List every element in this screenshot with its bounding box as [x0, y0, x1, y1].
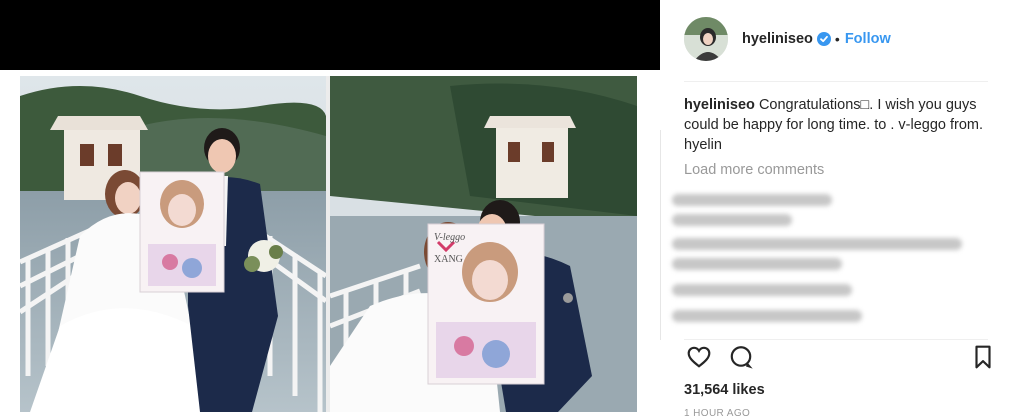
post-photo[interactable]: V-leggo XANG — [20, 76, 637, 412]
save-button[interactable] — [968, 344, 998, 374]
top-black-bar — [0, 0, 660, 70]
header-divider — [684, 81, 988, 82]
blurred-comment-line — [672, 194, 832, 206]
heart-icon — [686, 344, 712, 375]
poster-left — [139, 171, 225, 293]
photo-panel-right: V-leggo XANG — [330, 76, 637, 412]
poster-text-right: XANG — [434, 254, 463, 265]
post-sidebar: hyeliniseo • Follow hyeliniseo Congratul… — [660, 0, 1014, 420]
blurred-comment-line — [672, 310, 862, 322]
likes-count[interactable]: 31,564 likes — [684, 382, 765, 398]
comment-bubble-icon — [728, 344, 754, 375]
separator-dot: • — [834, 31, 840, 47]
wedding-photo-left — [20, 76, 326, 412]
poster-right: V-leggo XANG — [427, 223, 545, 385]
like-button[interactable] — [684, 344, 714, 374]
username[interactable]: hyeliniseo — [742, 31, 813, 47]
caption: hyeliniseo Congratulations□. I wish you … — [684, 95, 984, 155]
poster-text-right-small: V-leggo — [434, 232, 465, 243]
caption-username[interactable]: hyeliniseo — [684, 97, 755, 113]
follow-button[interactable]: Follow — [845, 31, 891, 47]
avatar-photo — [684, 17, 728, 61]
post-actions — [684, 344, 998, 374]
blurred-comment-line — [672, 214, 792, 226]
photo-panel-left — [20, 76, 326, 412]
blurred-comment-line — [672, 284, 852, 296]
post-media-area: V-leggo XANG — [0, 0, 660, 420]
actions-divider — [684, 339, 988, 340]
post-timestamp: 1 HOUR AGO — [684, 408, 751, 419]
comment-button[interactable] — [726, 344, 756, 374]
avatar[interactable] — [684, 17, 728, 61]
verified-badge-icon — [816, 32, 831, 46]
blurred-comment-line — [672, 258, 842, 270]
comments-edge-line — [660, 130, 661, 340]
blurred-comment-line — [672, 238, 962, 250]
bookmark-icon — [971, 344, 995, 375]
load-more-comments-link[interactable]: Load more comments — [684, 162, 824, 178]
wedding-photo-right: V-leggo XANG — [330, 76, 637, 412]
post-header: hyeliniseo • Follow — [684, 14, 974, 64]
